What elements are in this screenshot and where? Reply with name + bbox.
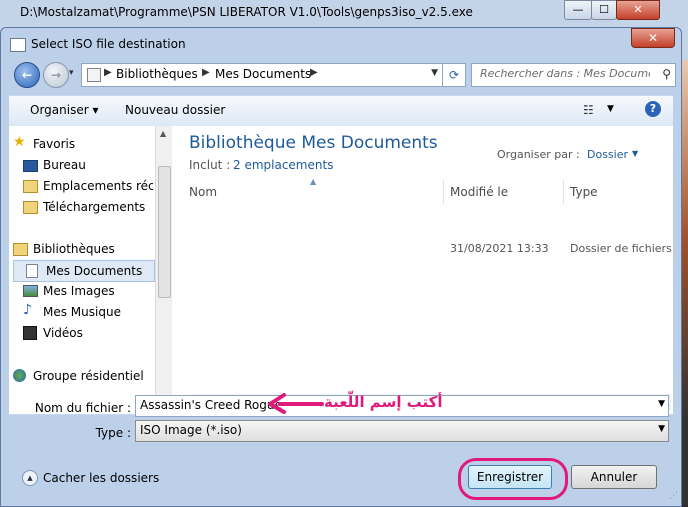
filetype-value: ISO Image (*.iso) — [140, 423, 242, 437]
desktop-icon — [23, 160, 38, 172]
dialog-app-icon — [10, 38, 26, 52]
sidebar-item-documents[interactable]: Mes Documents — [13, 260, 155, 282]
filename-label: Nom du fichier : — [34, 401, 131, 415]
filename-dropdown-icon[interactable]: ▼ — [658, 399, 665, 409]
save-button[interactable]: Enregistrer — [468, 465, 552, 489]
sort-ascending-icon: ▲ — [310, 177, 317, 186]
file-list-pane: Bibliothèque Mes Documents Inclut : 2 em… — [175, 126, 673, 414]
pictures-icon — [23, 285, 38, 297]
breadcrumb-documents[interactable]: Mes Documents — [215, 67, 311, 81]
column-header-type[interactable]: Type — [570, 185, 598, 199]
documents-icon — [26, 264, 38, 278]
view-dropdown-icon[interactable]: ▼ — [607, 104, 614, 114]
column-header-modified[interactable]: Modifié le — [450, 185, 508, 199]
locations-link[interactable]: 2 emplacements — [233, 158, 333, 172]
arrange-by-chevron-icon[interactable]: ▼ — [632, 149, 638, 158]
browser-pane: ★ Favoris Bureau Emplacements récents Té… — [9, 126, 673, 415]
chevron-up-icon[interactable]: ▲ — [22, 470, 38, 486]
search-icon[interactable]: ⚲ — [662, 67, 671, 81]
row-type: Dossier de fichiers — [570, 242, 672, 255]
sidebar-item-favorites[interactable]: ★ Favoris — [13, 134, 153, 154]
dialog-title: Select ISO file destination — [31, 37, 186, 51]
forward-arrow-icon[interactable]: → — [43, 62, 69, 88]
new-folder-button[interactable]: Nouveau dossier — [125, 103, 225, 117]
star-icon: ★ — [13, 134, 26, 150]
resize-grip-icon[interactable]: ⋰ — [669, 491, 678, 501]
row-modified: 31/08/2021 13:33 — [450, 242, 549, 255]
recent-places-icon — [23, 180, 38, 193]
homegroup-icon — [13, 369, 26, 382]
breadcrumb-separator-icon[interactable]: ▶ — [202, 67, 210, 78]
address-dropdown-icon[interactable]: ▼ — [431, 68, 438, 78]
column-divider[interactable] — [563, 180, 564, 204]
hide-folders-label: Cacher les dossiers — [43, 471, 160, 485]
annotation-arrow-icon — [268, 393, 324, 414]
sidebar-item-homegroup[interactable]: Groupe résidentiel — [13, 366, 153, 386]
column-header-name[interactable]: Nom — [189, 185, 217, 199]
videos-icon — [23, 326, 37, 340]
folder-location-icon — [87, 68, 101, 82]
downloads-icon — [23, 201, 38, 214]
navigation-pane: ★ Favoris Bureau Emplacements récents Té… — [9, 126, 155, 414]
address-bar[interactable]: ▶ Bibliothèques ▶ Mes Documents ▶ ▼ — [81, 63, 443, 87]
breadcrumb-separator-icon[interactable]: ▶ — [104, 67, 112, 78]
sidebar-item-libraries[interactable]: Bibliothèques — [13, 239, 153, 259]
sidebar-scroll-thumb[interactable] — [158, 166, 171, 298]
sidebar-item-downloads[interactable]: Téléchargements — [23, 197, 153, 217]
sidebar-scrollbar[interactable]: ▲ ▼ — [155, 126, 172, 414]
organize-button[interactable]: Organiser ▾ — [30, 103, 98, 117]
music-icon: ♪ — [23, 302, 32, 318]
sidebar-item-recent-places[interactable]: Emplacements récents — [23, 176, 153, 196]
breadcrumb-libraries[interactable]: Bibliothèques — [116, 67, 198, 81]
sidebar-item-videos[interactable]: Vidéos — [23, 323, 163, 343]
change-view-icon[interactable]: ☷ — [583, 103, 594, 117]
console-close-button[interactable]: ✕ — [616, 0, 660, 20]
command-bar: Organiser ▾ Nouveau dossier ☷ ▼ ? — [9, 95, 673, 127]
breadcrumb-separator-icon[interactable]: ▶ — [310, 67, 318, 78]
minimize-button[interactable]: — — [564, 0, 592, 20]
filetype-dropdown-icon[interactable]: ▼ — [658, 424, 665, 434]
search-box[interactable]: ⚲ — [471, 63, 676, 87]
scroll-up-icon[interactable]: ▲ — [160, 129, 166, 138]
arrange-by-dropdown[interactable]: Dossier — [587, 148, 628, 161]
filetype-select[interactable]: ISO Image (*.iso) ▼ — [135, 420, 669, 442]
maximize-button[interactable]: ☐ — [591, 0, 617, 20]
help-icon[interactable]: ? — [645, 101, 661, 117]
recent-pages-chevron-icon[interactable]: ▾ — [69, 68, 74, 78]
dialog-close-button[interactable]: ✕ — [631, 28, 675, 48]
search-input[interactable] — [480, 67, 650, 80]
library-title: Bibliothèque Mes Documents — [189, 133, 438, 153]
refresh-icon[interactable]: ⟳ — [442, 63, 466, 87]
annotation-text: أكتب إسم اللّعبة — [324, 393, 443, 411]
column-divider[interactable] — [443, 180, 444, 204]
console-title: D:\Mostalzamat\Programme\PSN LIBERATOR V… — [20, 5, 473, 19]
back-arrow-icon[interactable]: ← — [14, 62, 40, 88]
libraries-icon — [13, 243, 28, 256]
sidebar-item-pictures[interactable]: Mes Images — [23, 281, 163, 301]
cancel-button[interactable]: Annuler — [571, 465, 657, 489]
filetype-label: Type : — [95, 426, 131, 440]
includes-label: Inclut : — [189, 158, 231, 172]
arrange-by-label: Organiser par : — [497, 148, 580, 161]
sidebar-item-music[interactable]: ♪ Mes Musique — [23, 302, 163, 322]
sidebar-item-desktop[interactable]: Bureau — [23, 155, 163, 175]
